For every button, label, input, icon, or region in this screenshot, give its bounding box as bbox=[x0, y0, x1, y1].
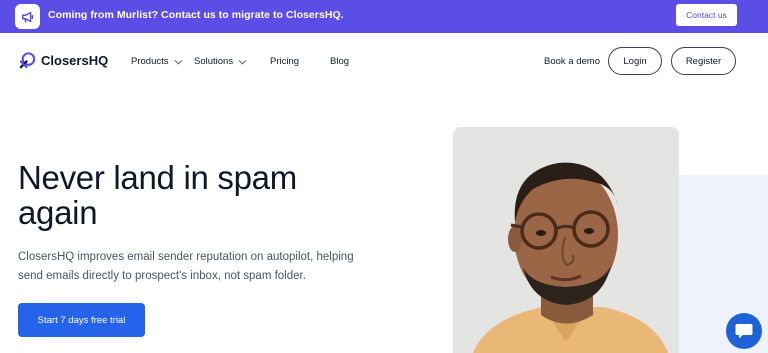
start-trial-button[interactable]: Start 7 days free trial bbox=[18, 303, 145, 337]
megaphone-icon bbox=[15, 4, 40, 29]
hero-subtitle: ClosersHQ improves email sender reputati… bbox=[18, 251, 354, 282]
navbar: ClosersHQ Products Solutions Pricing Blo… bbox=[0, 33, 768, 91]
logo[interactable]: ClosersHQ bbox=[18, 51, 108, 70]
nav-item-label: Solutions bbox=[194, 56, 234, 67]
login-button[interactable]: Login bbox=[608, 47, 662, 75]
closershq-logo-icon bbox=[19, 52, 36, 69]
nav-item-pricing[interactable]: Pricing bbox=[270, 56, 299, 67]
banner-text: Coming from Murlist? Contact us to migra… bbox=[48, 9, 344, 21]
chevron-down-icon bbox=[238, 59, 247, 65]
nav-item-blog[interactable]: Blog bbox=[330, 56, 349, 67]
chat-widget-button[interactable] bbox=[726, 313, 762, 349]
register-button[interactable]: Register bbox=[671, 47, 736, 75]
announcement-banner: Coming from Murlist? Contact us to migra… bbox=[0, 0, 768, 33]
nav-item-products[interactable]: Products bbox=[131, 56, 183, 67]
book-demo-link[interactable]: Book a demo bbox=[544, 56, 600, 67]
nav-item-label: Pricing bbox=[270, 56, 300, 67]
nav-item-label: Blog bbox=[330, 56, 350, 67]
nav-item-solutions[interactable]: Solutions bbox=[194, 56, 247, 67]
nav-item-label: Products bbox=[131, 56, 169, 67]
hero-portrait-image bbox=[453, 127, 679, 353]
chevron-down-icon bbox=[174, 59, 182, 65]
chat-bubble-icon bbox=[735, 324, 753, 339]
contact-us-button[interactable]: Contact us bbox=[676, 4, 737, 26]
hero-title: Never land in spam again bbox=[18, 159, 297, 231]
logo-text: ClosersHQ bbox=[41, 53, 109, 68]
